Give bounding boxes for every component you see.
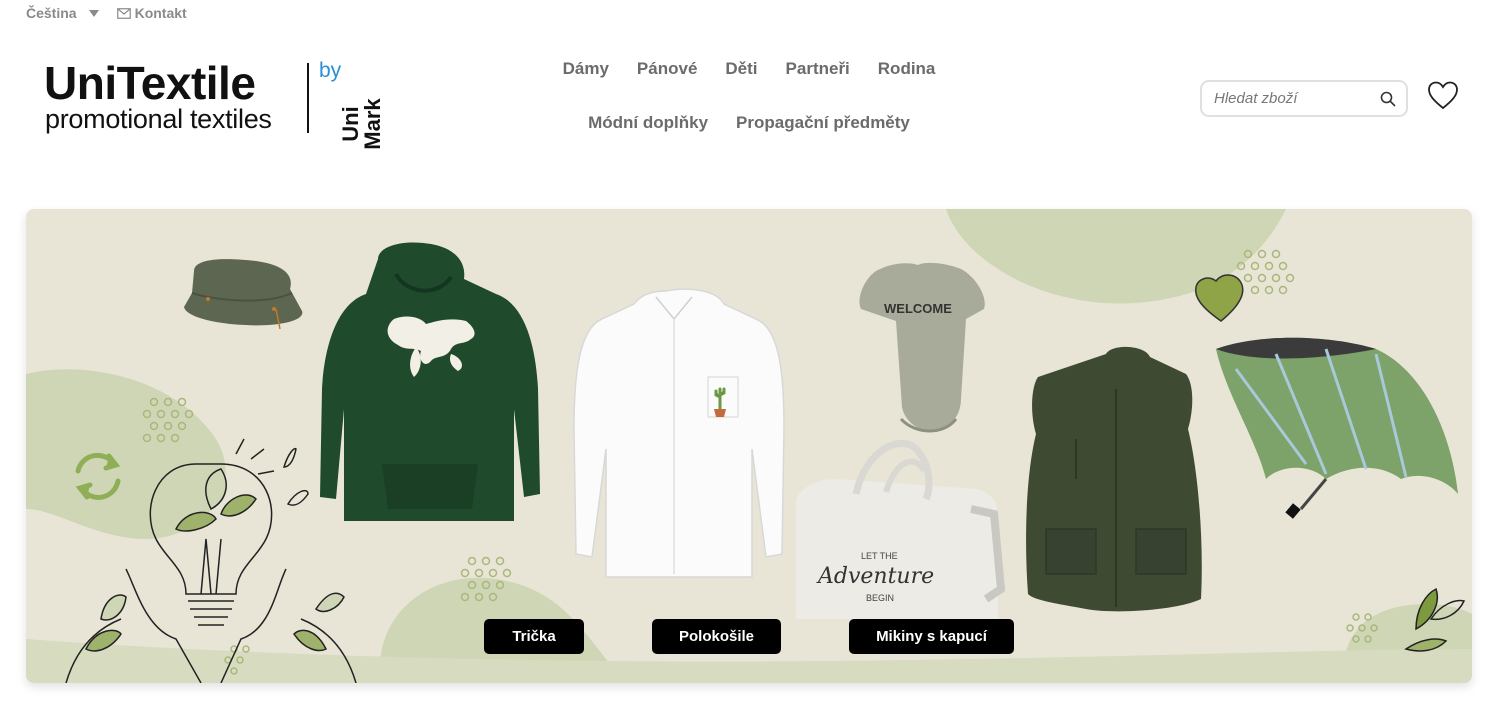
main-navigation: Dámy Pánové Děti Partneři Rodina Módní d… <box>475 52 1023 140</box>
nav-item-damy[interactable]: Dámy <box>549 52 623 86</box>
language-selector[interactable]: Čeština <box>26 5 99 21</box>
wishlist-heart-icon[interactable] <box>1427 80 1459 112</box>
site-logo[interactable]: UniTextile promotional textiles by Uni M… <box>44 57 385 150</box>
nav-item-rodina[interactable]: Rodina <box>864 52 950 86</box>
nav-item-modni-doplnky[interactable]: Módní doplňky <box>574 106 722 140</box>
onesie-image <box>859 262 985 433</box>
nav-item-propagacni-predmety[interactable]: Propagační předměty <box>722 106 924 140</box>
nav-item-partneri[interactable]: Partneři <box>772 52 864 86</box>
nav-item-panove[interactable]: Pánové <box>623 52 711 86</box>
hoodie-image <box>320 242 540 522</box>
logo-mark: Mark <box>360 98 385 150</box>
shirt-image <box>573 288 785 578</box>
caret-down-icon <box>88 9 99 17</box>
contact-link[interactable]: Kontakt <box>116 5 187 21</box>
category-button-mikiny[interactable]: Mikiny s kapucí <box>849 619 1014 654</box>
logo-tagline: promotional textiles <box>45 104 272 134</box>
category-button-polokosile[interactable]: Polokošile <box>652 619 781 654</box>
logo-by: by <box>319 59 342 82</box>
contact-label: Kontakt <box>134 5 187 21</box>
logo-divider <box>307 63 309 133</box>
search-icon[interactable] <box>1380 91 1396 107</box>
heart-decoration <box>1194 274 1244 322</box>
logo-unimark: Uni Mark <box>338 89 385 159</box>
bag-print-line1: LET THE <box>861 551 898 561</box>
nav-item-deti[interactable]: Děti <box>711 52 771 86</box>
hero-banner[interactable]: WELCOME LET THE Adventure BEGIN Trička P… <box>26 209 1472 683</box>
umbrella-image <box>1216 337 1458 519</box>
language-label: Čeština <box>26 5 77 21</box>
hero-illustration: WELCOME LET THE Adventure BEGIN <box>26 209 1472 683</box>
top-utility-bar: Čeština Kontakt <box>26 4 187 22</box>
category-button-tricka[interactable]: Trička <box>484 619 584 654</box>
search-box <box>1200 80 1408 117</box>
onesie-print: WELCOME <box>884 301 952 316</box>
vest-image <box>1026 346 1202 612</box>
bag-print-line2: Adventure <box>816 564 934 589</box>
logo-uni: Uni <box>338 106 363 142</box>
bag-image <box>796 439 1006 619</box>
logo-name: UniTextile <box>44 57 256 109</box>
search-input[interactable] <box>1214 90 1380 107</box>
envelope-icon <box>116 7 131 19</box>
bucket-hat-image <box>184 259 303 330</box>
bag-print-line3: BEGIN <box>866 593 894 603</box>
